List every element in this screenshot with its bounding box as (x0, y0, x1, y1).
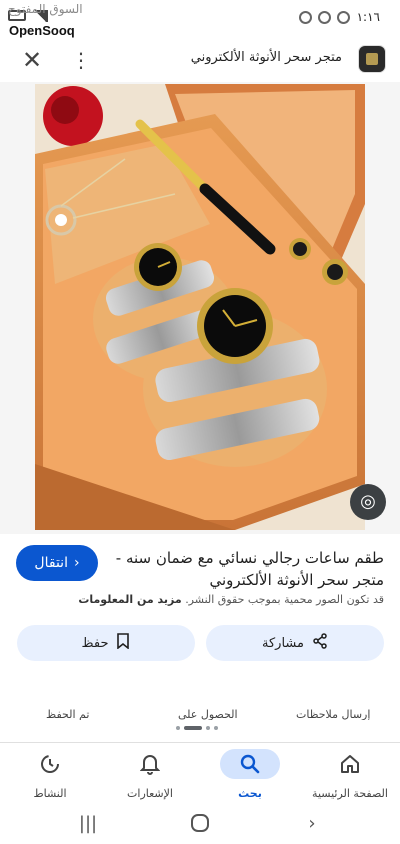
nav-search-label: بحث (238, 787, 262, 800)
close-icon: ✕ (21, 46, 43, 74)
nav-search[interactable]: بحث (200, 749, 300, 805)
lens-search-button[interactable]: ◎ (350, 484, 386, 520)
nav-activity-label: النشاط (33, 787, 67, 800)
home-system-button[interactable] (188, 812, 212, 836)
chevron-right-icon: › (73, 555, 80, 571)
bookmark-icon (116, 633, 130, 653)
get-action[interactable]: الحصول على (178, 708, 238, 720)
share-icon (312, 633, 328, 653)
back-system-button[interactable]: › (300, 812, 324, 836)
carousel-dots (176, 726, 218, 730)
nav-notifications[interactable]: الإشعارات (100, 749, 200, 805)
app-notification-icon (299, 11, 312, 24)
copyright-text: قد تكون الصور محمية بموجب حقوق النشر. (185, 593, 384, 606)
top-bar: ✕ ⋮ متجر سحر الأنوثة الألكتروني (0, 38, 400, 82)
visit-label: انتقال (34, 555, 68, 571)
feedback-action[interactable]: إرسال ملاحظات (296, 708, 370, 720)
saved-action[interactable]: تم الحفظ (46, 708, 89, 720)
carousel-dot-active (184, 726, 202, 730)
activity-icon (20, 749, 80, 779)
carousel-dot (214, 726, 218, 730)
product-photo[interactable] (35, 84, 365, 530)
nav-home-label: الصفحة الرئيسية (312, 787, 388, 800)
more-actions-row: تم الحفظ الحصول على إرسال ملاحظات (0, 706, 400, 720)
nav-home[interactable]: الصفحة الرئيسية (300, 749, 400, 805)
share-label: مشاركة (262, 635, 304, 651)
watermark-arabic: السوق المفتوح (8, 2, 83, 16)
system-nav: ||| › (0, 804, 400, 844)
bell-icon (120, 749, 180, 779)
bottom-nav: النشاط الإشعارات بحث الصفحة الرئيسية (0, 742, 400, 804)
home-circle-icon (191, 814, 209, 832)
watermark-brand: OpenSooq (5, 22, 79, 39)
app-notification-icon (337, 11, 350, 24)
copyright-notice: قد تكون الصور محمية بموجب حقوق النشر. مز… (12, 593, 384, 606)
watch-set-image (35, 84, 365, 530)
app-notification-icon (318, 11, 331, 24)
recents-icon: ||| (78, 813, 98, 834)
visit-button[interactable]: انتقال › (16, 545, 98, 581)
share-button[interactable]: مشاركة (206, 625, 384, 661)
status-time: ١:١٦ (356, 10, 380, 24)
home-icon (320, 749, 380, 779)
carousel-dot (176, 726, 180, 730)
result-title[interactable]: طقم ساعات رجالي نسائي مع ضمان سنه - متجر… (114, 547, 384, 591)
carousel-dot (206, 726, 210, 730)
lens-icon: ◎ (360, 491, 376, 512)
nav-notifications-label: الإشعارات (127, 787, 173, 800)
close-button[interactable]: ✕ (18, 46, 46, 74)
recent-apps-button[interactable]: ||| (76, 812, 100, 836)
site-title[interactable]: متجر سحر الأنوثة الألكتروني (191, 50, 342, 65)
nav-activity[interactable]: النشاط (0, 749, 100, 805)
save-button[interactable]: حفظ (17, 625, 195, 661)
more-options-button[interactable]: ⋮ (70, 48, 92, 72)
save-label: حفظ (81, 635, 109, 651)
site-favicon (358, 45, 386, 73)
search-icon (220, 749, 280, 779)
back-chevron-icon: › (308, 813, 316, 834)
more-vert-icon: ⋮ (71, 48, 91, 72)
learn-more-link[interactable]: مزيد من المعلومات (78, 593, 181, 606)
notification-icons (299, 11, 350, 24)
image-viewer[interactable]: ◎ (0, 82, 400, 534)
